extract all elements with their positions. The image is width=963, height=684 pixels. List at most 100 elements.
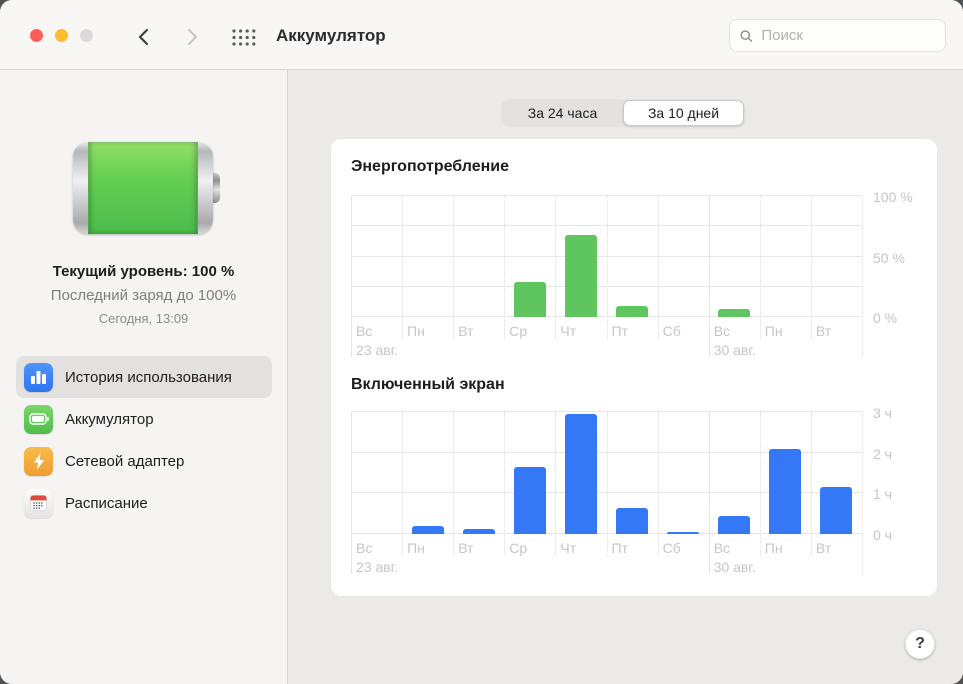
day-separator [811, 412, 812, 556]
battery-icon [24, 405, 53, 434]
bar [514, 467, 546, 534]
x-axis-label: Вт [458, 323, 473, 339]
y-axis-label: 3 ч [873, 405, 892, 421]
forward-button[interactable] [181, 26, 203, 48]
day-separator [709, 196, 710, 357]
tab-24-hours[interactable]: За 24 часа [502, 100, 623, 126]
x-axis-label: Ср [509, 323, 527, 339]
help-button[interactable]: ? [905, 629, 935, 659]
energy-usage-chart: ВсПнВтСрЧтПтСбВсПнВт23 авг.30 авг.100 %5… [351, 196, 862, 317]
day-separator [760, 196, 761, 339]
day-separator [709, 412, 710, 574]
day-separator [402, 412, 403, 556]
sidebar-item-battery[interactable]: Аккумулятор [16, 398, 272, 440]
grid-icon [232, 29, 256, 46]
lightning-icon [24, 447, 53, 476]
screen-on-chart-title: Включенный экран [351, 376, 505, 394]
x-axis-date-label: 23 авг. [356, 342, 398, 358]
sidebar-item-power-adapter[interactable]: Сетевой адаптер [16, 440, 272, 482]
calendar-icon [24, 489, 53, 518]
sidebar-menu: История использования Аккумулятор Сетево… [16, 356, 272, 524]
x-axis-label: Пн [765, 540, 783, 556]
day-separator [555, 412, 556, 556]
bar [514, 282, 546, 317]
chevron-left-icon [138, 28, 149, 46]
x-axis-date-label: 30 авг. [714, 342, 756, 358]
main-content: За 24 часа За 10 дней Энергопотребление … [288, 70, 963, 684]
charge-time-text: Сегодня, 13:09 [0, 311, 287, 326]
show-all-preferences-button[interactable] [232, 29, 256, 51]
y-axis-label: 0 % [873, 310, 897, 326]
day-separator [555, 196, 556, 339]
x-axis-label: Чт [560, 323, 576, 339]
last-charge-text: Последний заряд до 100% [0, 287, 287, 304]
sidebar: Текущий уровень: 100 % Последний заряд д… [0, 70, 288, 684]
x-axis-label: Пт [612, 323, 628, 339]
day-separator [811, 196, 812, 339]
sidebar-item-usage-history[interactable]: История использования [16, 356, 272, 398]
y-axis-label: 1 ч [873, 486, 892, 502]
minimize-window-button[interactable] [55, 29, 68, 42]
search-input[interactable] [759, 26, 935, 45]
zoom-window-button[interactable] [80, 29, 93, 42]
close-window-button[interactable] [30, 29, 43, 42]
bar [769, 449, 801, 534]
window-title: Аккумулятор [276, 26, 386, 46]
x-axis-label: Пт [612, 540, 628, 556]
day-separator [453, 196, 454, 339]
sidebar-item-schedule[interactable]: Расписание [16, 482, 272, 524]
day-separator [351, 196, 352, 357]
energy-usage-chart-title: Энергопотребление [351, 158, 509, 176]
day-separator [760, 412, 761, 556]
bar [463, 529, 495, 534]
day-separator [658, 412, 659, 556]
day-separator [504, 196, 505, 339]
sidebar-item-label: Сетевой адаптер [65, 453, 184, 470]
y-axis-label: 50 % [873, 250, 905, 266]
x-axis-label: Вс [356, 323, 372, 339]
y-axis-label: 2 ч [873, 446, 892, 462]
tab-10-days[interactable]: За 10 дней [623, 100, 744, 126]
bar [667, 532, 699, 534]
battery-illustration [73, 142, 213, 234]
x-axis-label: Вт [816, 323, 831, 339]
day-separator [862, 412, 863, 574]
bar [616, 306, 648, 317]
sidebar-item-label: Расписание [65, 495, 148, 512]
day-separator [504, 412, 505, 556]
x-axis-label: Сб [663, 540, 681, 556]
bar [718, 516, 750, 534]
x-axis-label: Пн [407, 540, 425, 556]
day-separator [862, 196, 863, 357]
bar [718, 309, 750, 317]
bar [565, 235, 597, 317]
day-separator [402, 196, 403, 339]
back-button[interactable] [132, 26, 154, 48]
x-axis-label: Чт [560, 540, 576, 556]
day-separator [607, 412, 608, 556]
y-axis-label: 0 ч [873, 527, 892, 543]
x-axis-date-label: 23 авг. [356, 559, 398, 575]
usage-history-icon [24, 363, 53, 392]
bar [412, 526, 444, 534]
day-separator [453, 412, 454, 556]
x-axis-label: Вс [714, 540, 730, 556]
x-axis-label: Вс [356, 540, 372, 556]
charts-card: Энергопотребление ВсПнВтСрЧтПтСбВсПнВт23… [331, 139, 937, 596]
x-axis-date-label: 30 авг. [714, 559, 756, 575]
bar [820, 487, 852, 534]
search-field[interactable] [729, 19, 946, 52]
chevron-right-icon [187, 28, 198, 46]
sidebar-item-label: История использования [65, 369, 232, 386]
sidebar-item-label: Аккумулятор [65, 411, 154, 428]
bar [565, 414, 597, 534]
toolbar: Аккумулятор [0, 0, 963, 70]
x-axis-label: Сб [663, 323, 681, 339]
x-axis-label: Пн [407, 323, 425, 339]
x-axis-label: Пн [765, 323, 783, 339]
current-level-text: Текущий уровень: 100 % [0, 263, 287, 280]
day-separator [607, 196, 608, 339]
y-axis-label: 100 % [873, 189, 913, 205]
x-axis-label: Вс [714, 323, 730, 339]
day-separator [658, 196, 659, 339]
